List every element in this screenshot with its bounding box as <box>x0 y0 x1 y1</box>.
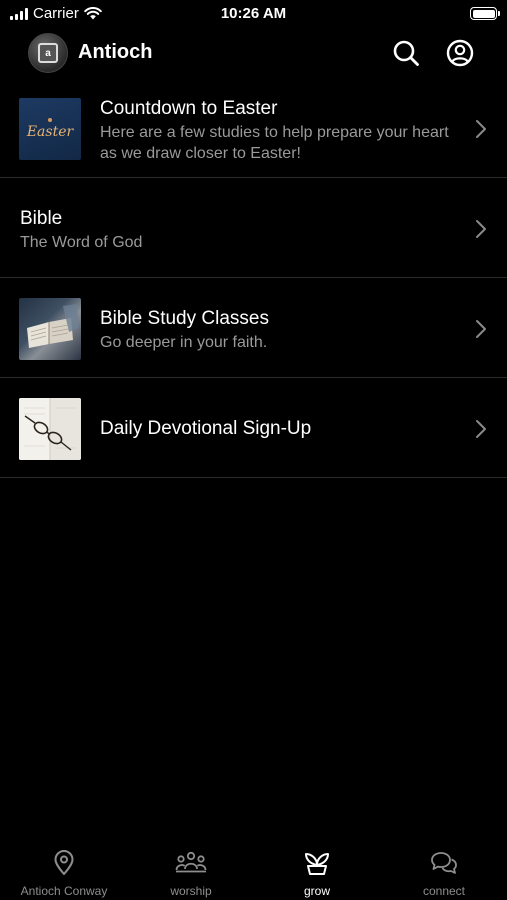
tab-label: grow <box>303 884 330 898</box>
list-item-bible-study-classes[interactable]: Bible Study Classes Go deeper in your fa… <box>0 278 507 378</box>
logo-letter: a <box>45 47 51 59</box>
list-item-title: Daily Devotional Sign-Up <box>100 418 312 439</box>
app-header: a Antioch <box>0 30 507 76</box>
tab-worship[interactable]: worship <box>128 838 254 900</box>
location-pin-icon <box>54 850 74 875</box>
list-item-countdown-to-easter[interactable]: Easter Countdown to Easter Here are a fe… <box>0 78 507 178</box>
list-item-text: Countdown to Easter Here are a few studi… <box>100 97 457 164</box>
chevron-right-icon <box>476 220 486 238</box>
tab-label: worship <box>170 884 212 898</box>
list-item-text: Daily Devotional Sign-Up <box>100 417 457 440</box>
tab-grow[interactable]: grow <box>254 838 380 900</box>
account-icon[interactable] <box>445 38 475 68</box>
bible-study-thumbnail <box>19 298 81 360</box>
open-book-image <box>27 304 79 348</box>
tab-connect[interactable]: connect <box>381 838 507 900</box>
list-item-subtitle: The Word of God <box>20 234 143 251</box>
content-list: Easter Countdown to Easter Here are a fe… <box>0 78 507 478</box>
devotional-thumbnail <box>19 398 81 460</box>
easter-thumbnail-text: Easter <box>26 124 74 140</box>
tab-label: connect <box>422 884 466 898</box>
list-item-title: Countdown to Easter <box>100 98 278 119</box>
list-item-title: Bible Study Classes <box>100 308 269 329</box>
church-logo[interactable]: a <box>28 33 68 73</box>
easter-thumbnail: Easter <box>19 98 81 160</box>
glasses-on-book-image <box>19 398 81 460</box>
logo-mark: a <box>38 43 58 63</box>
battery-icon <box>470 7 500 20</box>
clock: 10:26 AM <box>220 5 287 22</box>
chevron-right-icon <box>476 420 486 438</box>
list-item-title: Bible <box>20 208 63 229</box>
list-item-daily-devotional[interactable]: Daily Devotional Sign-Up <box>0 378 507 478</box>
list-item-text: Bible Study Classes Go deeper in your fa… <box>100 307 457 353</box>
chevron-right-icon <box>476 120 486 138</box>
status-bar: Carrier 10:26 AM <box>0 0 507 28</box>
chevron-right-icon <box>476 320 486 338</box>
tab-bar: Antioch Conway worship grow connect <box>0 838 507 900</box>
list-item-text: Bible The Word of God <box>20 207 457 253</box>
list-item-subtitle: Here are a few studies to help prepare y… <box>100 124 449 162</box>
list-item-subtitle: Go deeper in your faith. <box>100 334 268 351</box>
people-group-icon <box>175 851 207 873</box>
list-item-bible[interactable]: Bible The Word of God <box>0 178 507 278</box>
tab-label: Antioch Conway <box>20 884 108 898</box>
search-icon[interactable] <box>391 38 421 68</box>
tab-antioch-conway[interactable]: Antioch Conway <box>1 838 127 900</box>
chat-bubbles-icon <box>431 852 457 874</box>
page-title: Antioch <box>78 41 153 63</box>
sprout-icon <box>305 853 329 875</box>
